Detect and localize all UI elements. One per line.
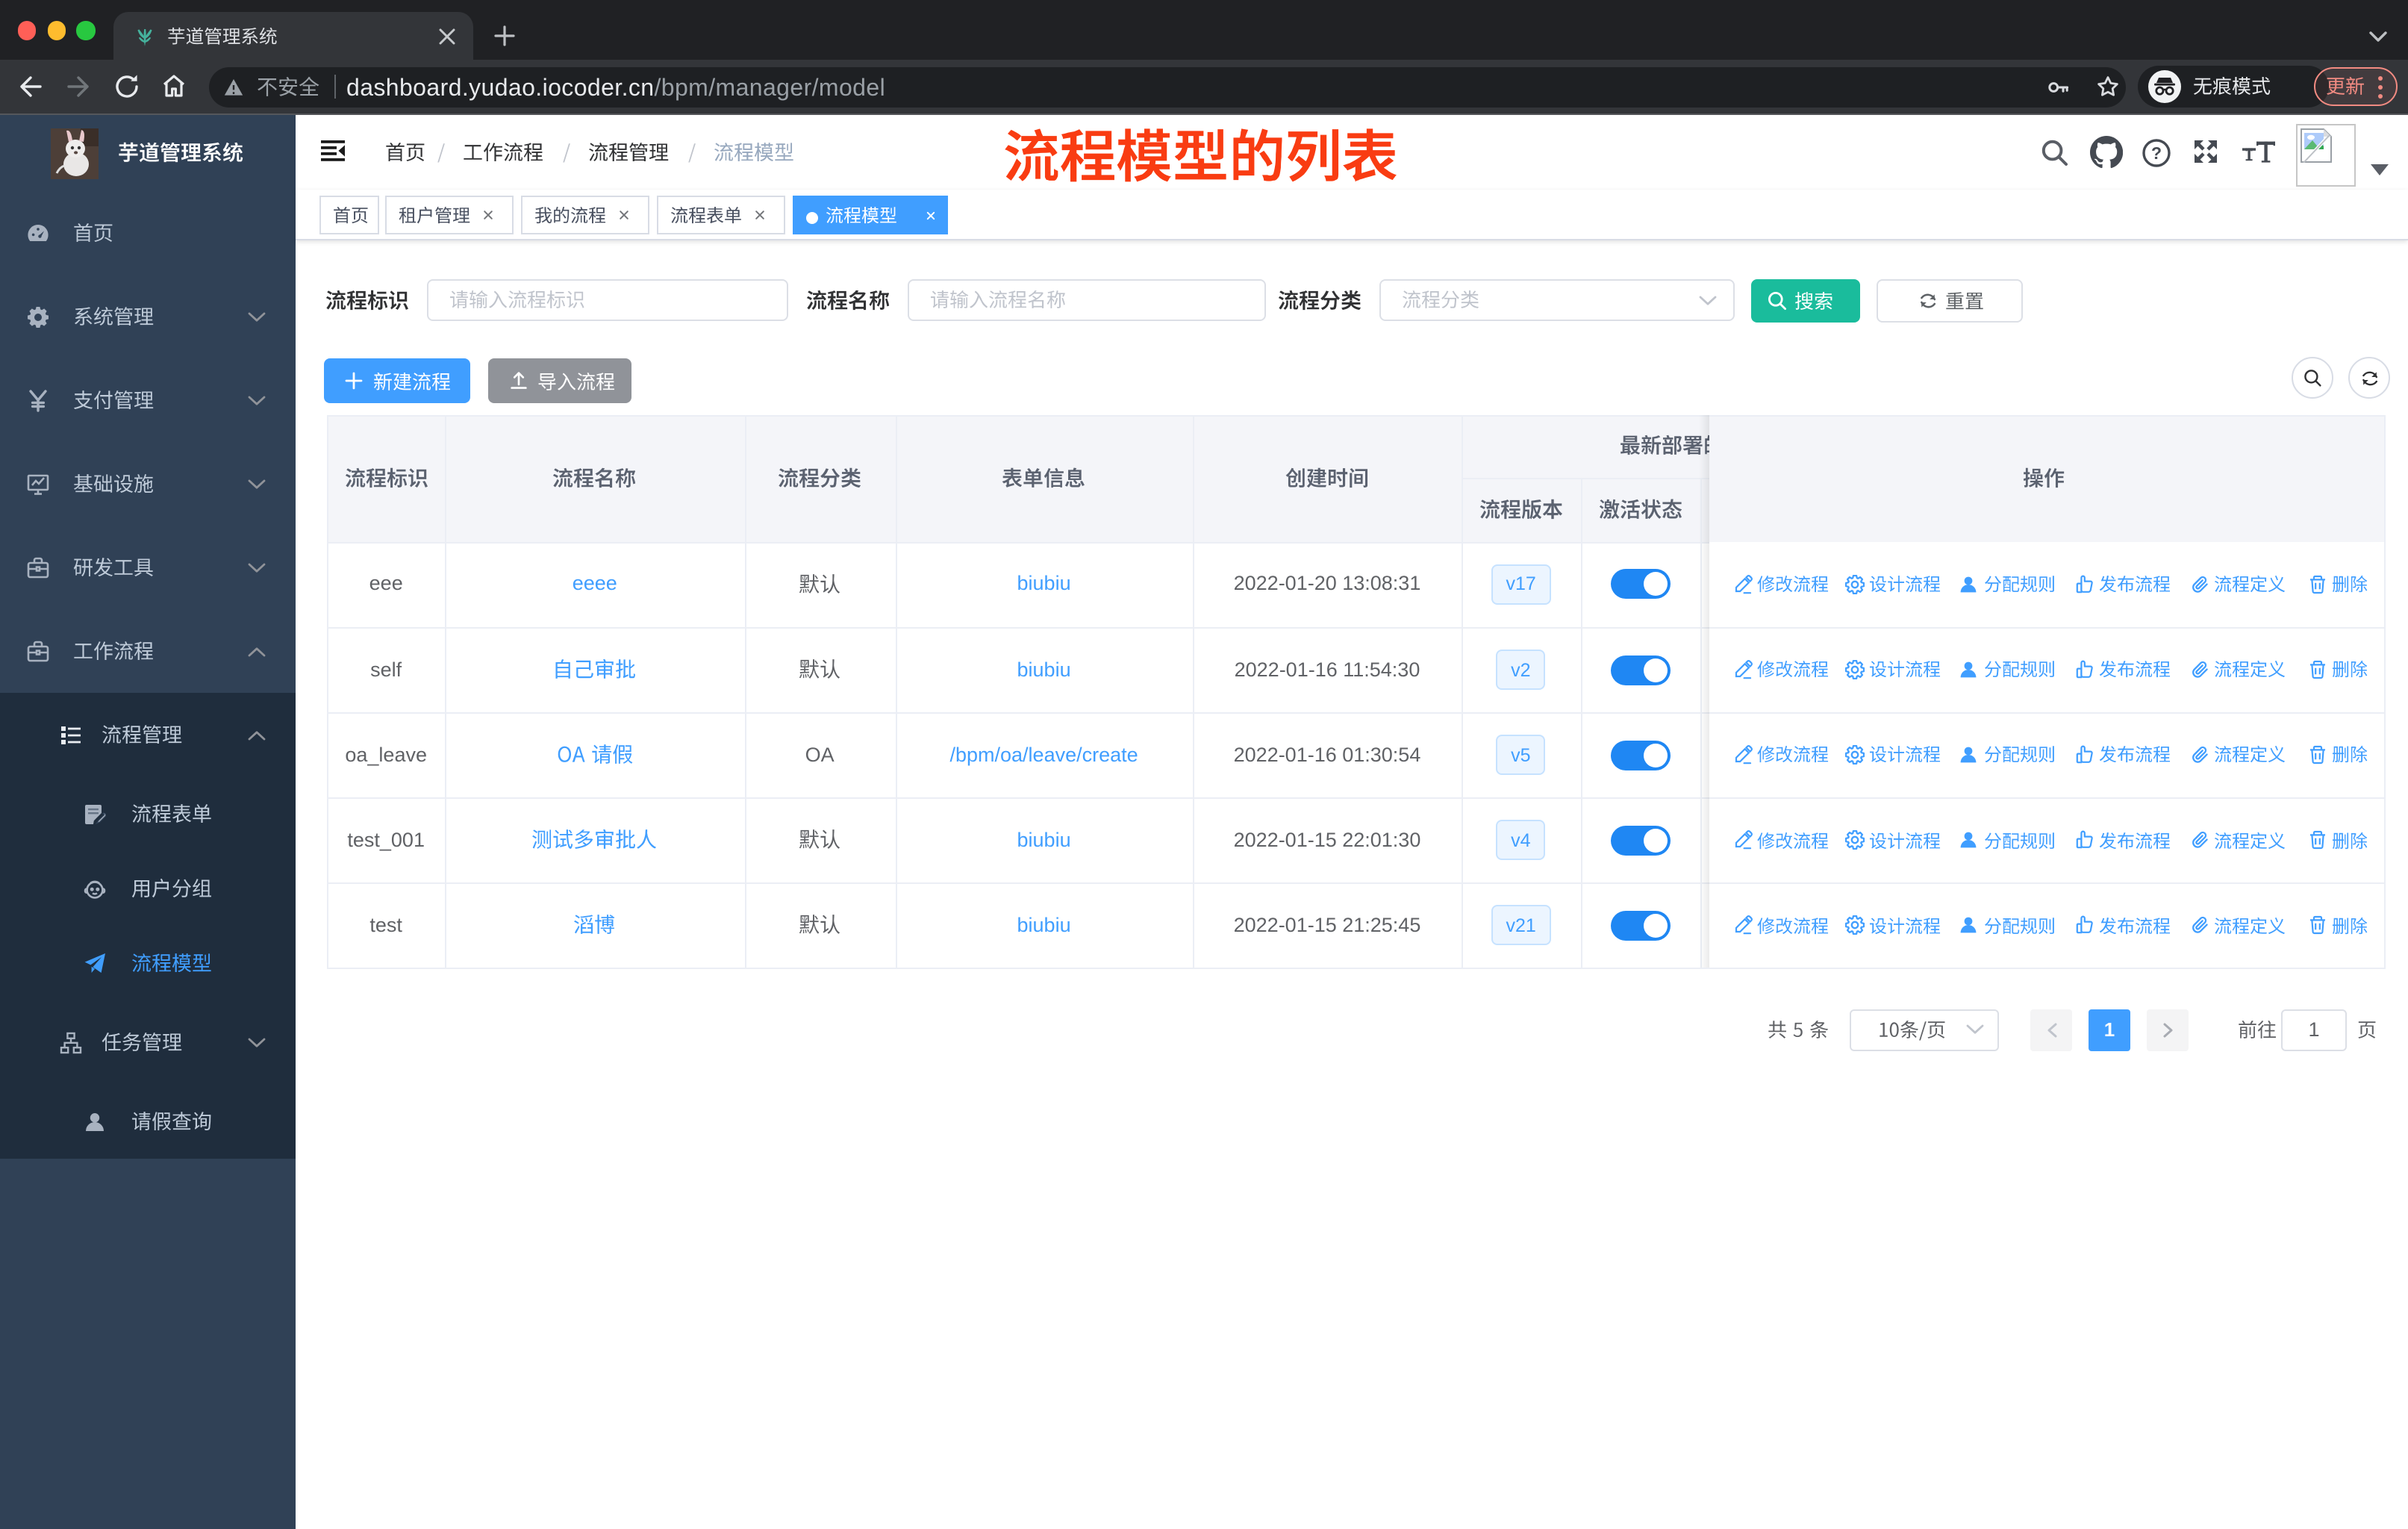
svg-text:?: ? (2151, 143, 2162, 163)
